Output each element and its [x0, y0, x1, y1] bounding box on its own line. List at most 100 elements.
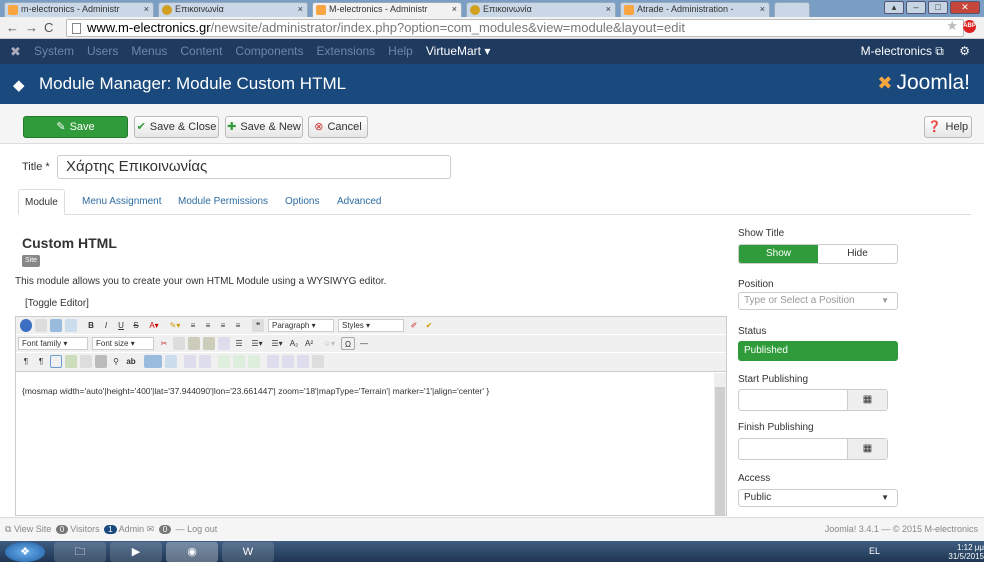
- rtl-icon[interactable]: ¶: [35, 355, 47, 368]
- cleanup-icon[interactable]: ✔: [423, 319, 435, 332]
- close-tab-icon[interactable]: ×: [606, 3, 611, 16]
- menu-menus[interactable]: Menus: [131, 39, 167, 64]
- chrome-icon[interactable]: ◉: [166, 542, 218, 562]
- styles-select[interactable]: Styles ▾: [338, 319, 404, 332]
- tab-module-permissions[interactable]: Module Permissions: [178, 189, 268, 215]
- table-props-icon[interactable]: [165, 355, 177, 368]
- paste-icon[interactable]: [188, 337, 200, 350]
- minimize-icon[interactable]: –: [906, 1, 926, 14]
- gear-icon[interactable]: ⚙: [959, 44, 970, 58]
- back-icon[interactable]: ←: [6, 20, 25, 35]
- browser-tab-5[interactable]: Atrade - Administration - ×: [620, 2, 770, 17]
- format-select[interactable]: Paragraph ▾: [268, 319, 334, 332]
- cancel-button[interactable]: ⊗ Cancel: [308, 116, 368, 138]
- menu-help[interactable]: Help: [388, 39, 413, 64]
- paste-text-icon[interactable]: [203, 337, 215, 350]
- superscript-icon[interactable]: A²: [303, 337, 315, 350]
- cut-icon[interactable]: ✂: [158, 337, 170, 350]
- row-before-icon[interactable]: [184, 355, 196, 368]
- status-select[interactable]: Published: [738, 341, 898, 361]
- browser-tab-1[interactable]: m-electronics - Administr ×: [4, 2, 154, 17]
- close-tab-icon[interactable]: ×: [144, 3, 149, 16]
- bookmark-star-icon[interactable]: ★: [946, 18, 958, 34]
- search-replace-icon[interactable]: ☰: [233, 337, 245, 350]
- paste-word-icon[interactable]: [218, 337, 230, 350]
- find-icon[interactable]: ⚲: [110, 355, 122, 368]
- new-tab-button[interactable]: [774, 2, 810, 17]
- logout-link[interactable]: Log out: [187, 524, 217, 534]
- close-window-icon[interactable]: ✕: [950, 1, 980, 14]
- menu-components[interactable]: Components: [235, 39, 303, 64]
- tab-options[interactable]: Options: [285, 189, 319, 215]
- fullscreen-icon[interactable]: [50, 355, 62, 368]
- reload-icon[interactable]: C: [44, 20, 59, 35]
- split-cells-icon[interactable]: [282, 355, 294, 368]
- col-before-icon[interactable]: [233, 355, 245, 368]
- forward-icon[interactable]: →: [25, 20, 44, 35]
- delete-col-icon[interactable]: [267, 355, 279, 368]
- delete-row-icon[interactable]: [218, 355, 230, 368]
- col-after-icon[interactable]: [248, 355, 260, 368]
- language-indicator[interactable]: EL: [869, 547, 880, 556]
- clock-date[interactable]: 31/5/2015: [948, 552, 984, 561]
- save-button[interactable]: ✎ Save: [23, 116, 128, 138]
- calendar-icon[interactable]: ▦: [847, 439, 887, 459]
- row-after-icon[interactable]: [199, 355, 211, 368]
- menu-content[interactable]: Content: [180, 39, 222, 64]
- italic-icon[interactable]: I: [100, 319, 112, 332]
- title-input[interactable]: Χάρτης Επικοινωνίας: [57, 155, 451, 179]
- copy-icon[interactable]: [173, 337, 185, 350]
- browser-tab-4[interactable]: Επικοινωνία ×: [466, 2, 616, 17]
- numbered-list-icon[interactable]: ☰▾: [268, 337, 286, 350]
- text-color-icon[interactable]: A▾: [145, 319, 163, 332]
- tab-menu-assignment[interactable]: Menu Assignment: [82, 189, 162, 215]
- editor-content-area[interactable]: {mosmap width='auto'|height='400'|lat='3…: [16, 373, 714, 515]
- browser-tab-2[interactable]: Επικοινωνία ×: [158, 2, 308, 17]
- tab-advanced[interactable]: Advanced: [337, 189, 381, 215]
- ltr-icon[interactable]: ¶: [20, 355, 32, 368]
- undo-icon[interactable]: [50, 319, 62, 332]
- browser-tab-3[interactable]: M-electronics - Administr ×: [312, 2, 462, 17]
- tab-module[interactable]: Module: [18, 189, 65, 215]
- start-publishing-input[interactable]: ▦: [738, 389, 888, 411]
- show-button[interactable]: Show: [739, 245, 818, 263]
- url-input[interactable]: www.m-electronics.gr/newsite/administrat…: [66, 19, 964, 37]
- table-icon[interactable]: [144, 355, 162, 368]
- menu-users[interactable]: Users: [87, 39, 118, 64]
- highlight-icon[interactable]: ✎▾: [166, 319, 184, 332]
- calendar-icon[interactable]: ▦: [847, 390, 887, 410]
- merge-cells-icon[interactable]: [297, 355, 309, 368]
- editor-scrollbar[interactable]: [714, 373, 726, 515]
- access-select[interactable]: Public ▼: [738, 489, 898, 507]
- site-link[interactable]: M-electronics ⧉: [861, 44, 944, 58]
- maximize-icon[interactable]: □: [928, 1, 948, 14]
- redo-icon[interactable]: [65, 319, 77, 332]
- help-button[interactable]: ❓ Help: [924, 116, 972, 138]
- view-site-link[interactable]: View Site: [14, 524, 51, 534]
- save-new-button[interactable]: ✚ Save & New: [225, 116, 303, 138]
- help-icon[interactable]: [20, 319, 32, 332]
- print-icon[interactable]: [95, 355, 107, 368]
- finish-publishing-input[interactable]: ▦: [738, 438, 888, 460]
- user-icon[interactable]: ▴: [884, 1, 904, 14]
- hide-button[interactable]: Hide: [818, 245, 897, 263]
- start-button-icon[interactable]: ❖: [5, 542, 45, 562]
- insert-media-icon[interactable]: [80, 355, 92, 368]
- new-document-icon[interactable]: [35, 319, 47, 332]
- word-icon[interactable]: W: [222, 542, 274, 562]
- save-close-button[interactable]: ✔ Save & Close: [134, 116, 219, 138]
- position-select[interactable]: Type or Select a Position ▼: [738, 292, 898, 310]
- align-justify-icon[interactable]: ≡: [232, 319, 244, 332]
- font-size-select[interactable]: Font size ▾: [92, 337, 154, 350]
- blockquote-icon[interactable]: ❝: [252, 319, 264, 332]
- clock-time[interactable]: 1:12 μμ: [957, 543, 984, 552]
- align-center-icon[interactable]: ≡: [202, 319, 214, 332]
- font-family-select[interactable]: Font family ▾: [18, 337, 88, 350]
- joomla-logo-icon[interactable]: ✖: [10, 44, 21, 60]
- scrollbar-thumb[interactable]: [715, 387, 725, 515]
- strikethrough-icon[interactable]: S: [130, 319, 142, 332]
- spellcheck-icon[interactable]: ab: [125, 355, 137, 368]
- eraser-icon[interactable]: ✐: [408, 319, 420, 332]
- bullet-list-icon[interactable]: ☰▾: [248, 337, 266, 350]
- close-tab-icon[interactable]: ×: [760, 3, 765, 16]
